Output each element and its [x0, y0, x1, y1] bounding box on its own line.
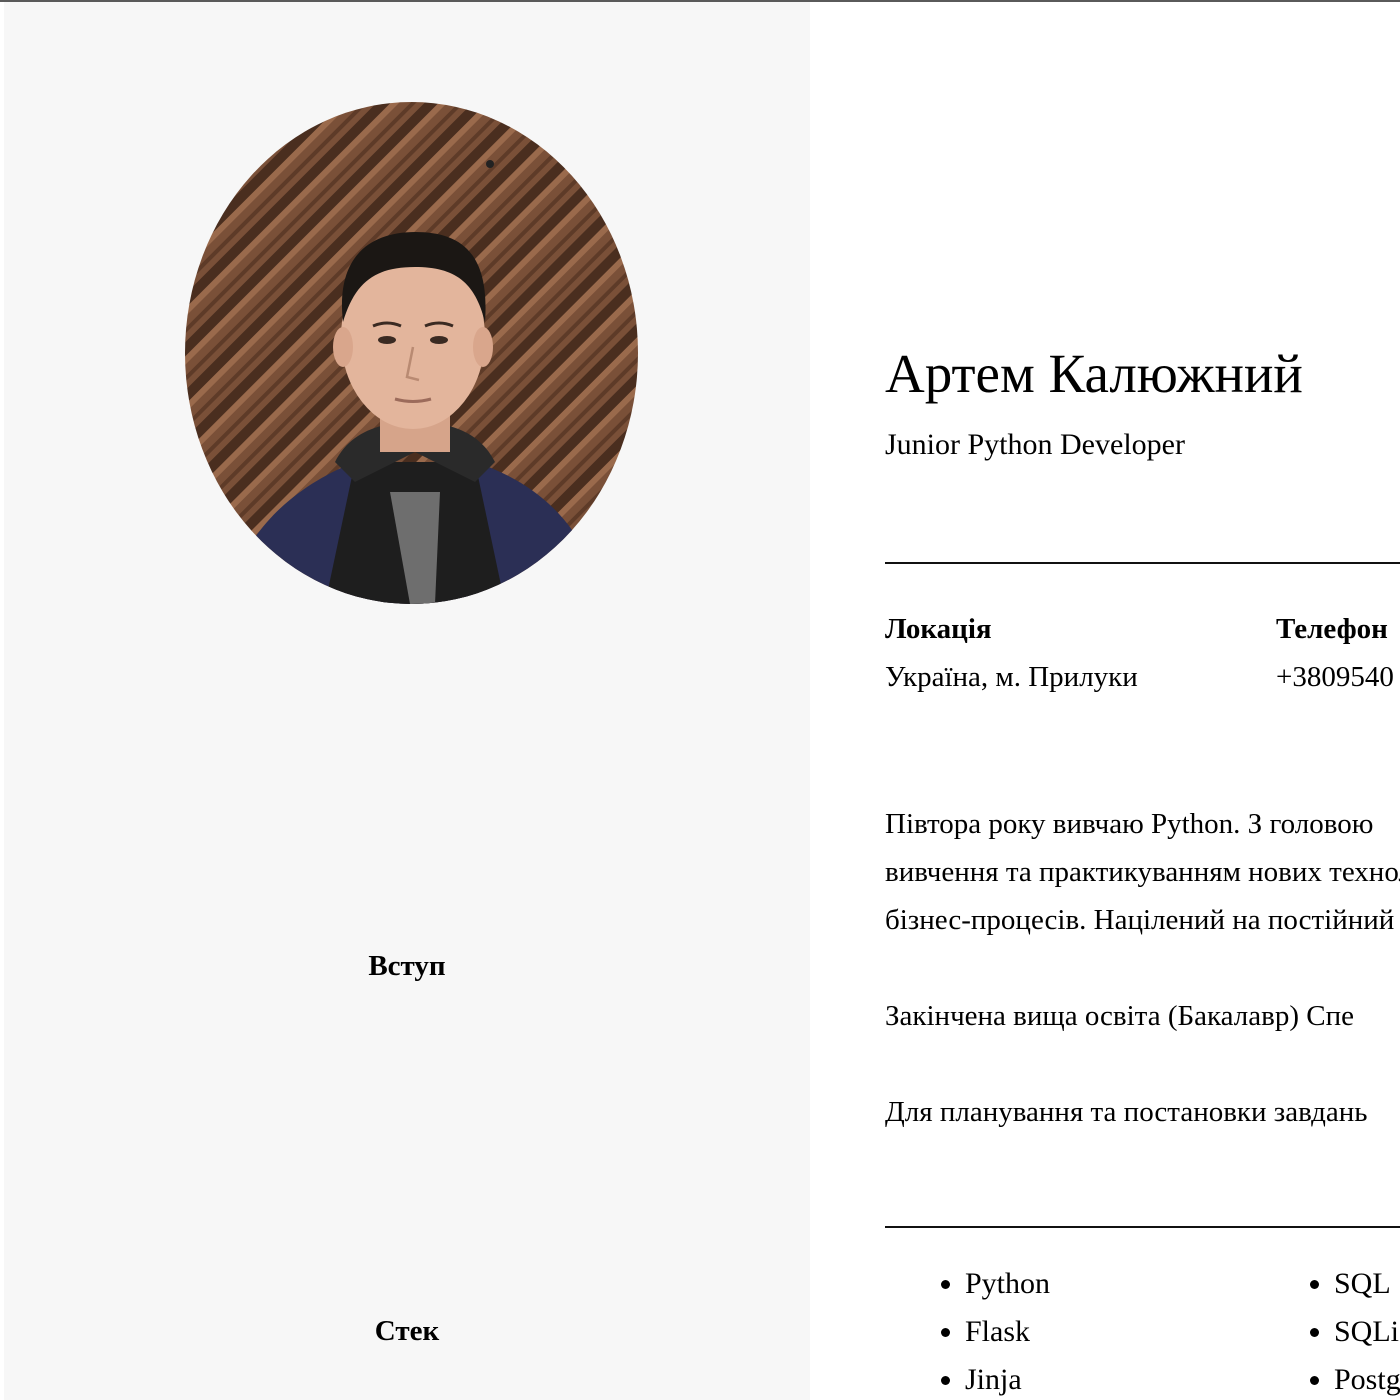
profile-photo-image [185, 102, 638, 604]
sidebar-heading-stack: Стек [374, 1315, 440, 1347]
intro-paragraph-1: Півтора року вивчаю Python. З головою ви… [885, 800, 1400, 944]
stack-item: Python [965, 1260, 1050, 1308]
contact-phone-label: Телефон [1276, 613, 1388, 645]
stack-list-column-2: SQL SQLi Postg [1254, 1260, 1400, 1400]
stack-item: Postg [1334, 1356, 1400, 1400]
intro-line: вивчення та практикуванням нових техноло… [885, 856, 1400, 888]
stack-item: SQL [1334, 1260, 1400, 1308]
contact-location: Локація Україна, м. Прилуки [885, 614, 1138, 692]
sidebar-heading-intro: Вступ [368, 950, 446, 982]
intro-line: Півтора року вивчаю Python. З головою [885, 808, 1374, 840]
stack-item: SQLi [1334, 1308, 1400, 1356]
person-name: Артем Калюжний [885, 343, 1303, 404]
contact-phone: Телефон +3809540 [1276, 614, 1394, 692]
intro-line: бізнес-процесів. Націлений на постійний [885, 904, 1395, 936]
contact-phone-value[interactable]: +3809540 [1276, 662, 1394, 692]
contact-location-value: Україна, м. Прилуки [885, 661, 1138, 693]
main-content: Артем Калюжний Junior Python Developer Л… [810, 2, 1400, 1400]
intro-paragraph-3: Для планування та постановки завдань [885, 1096, 1368, 1128]
stack-item: Flask [965, 1308, 1050, 1356]
profile-photo [185, 102, 638, 604]
divider-top [885, 562, 1400, 564]
intro-paragraph-2: Закінчена вища освіта (Бакалавр) Спе [885, 1000, 1354, 1032]
job-title: Junior Python Developer [885, 428, 1185, 461]
stack-item: Jinja [965, 1356, 1050, 1400]
contact-location-label: Локація [885, 613, 992, 645]
stack-list-column-1: Python Flask Jinja [885, 1260, 1050, 1400]
divider-bottom [885, 1226, 1400, 1228]
sidebar: Вступ Стек [4, 2, 810, 1400]
